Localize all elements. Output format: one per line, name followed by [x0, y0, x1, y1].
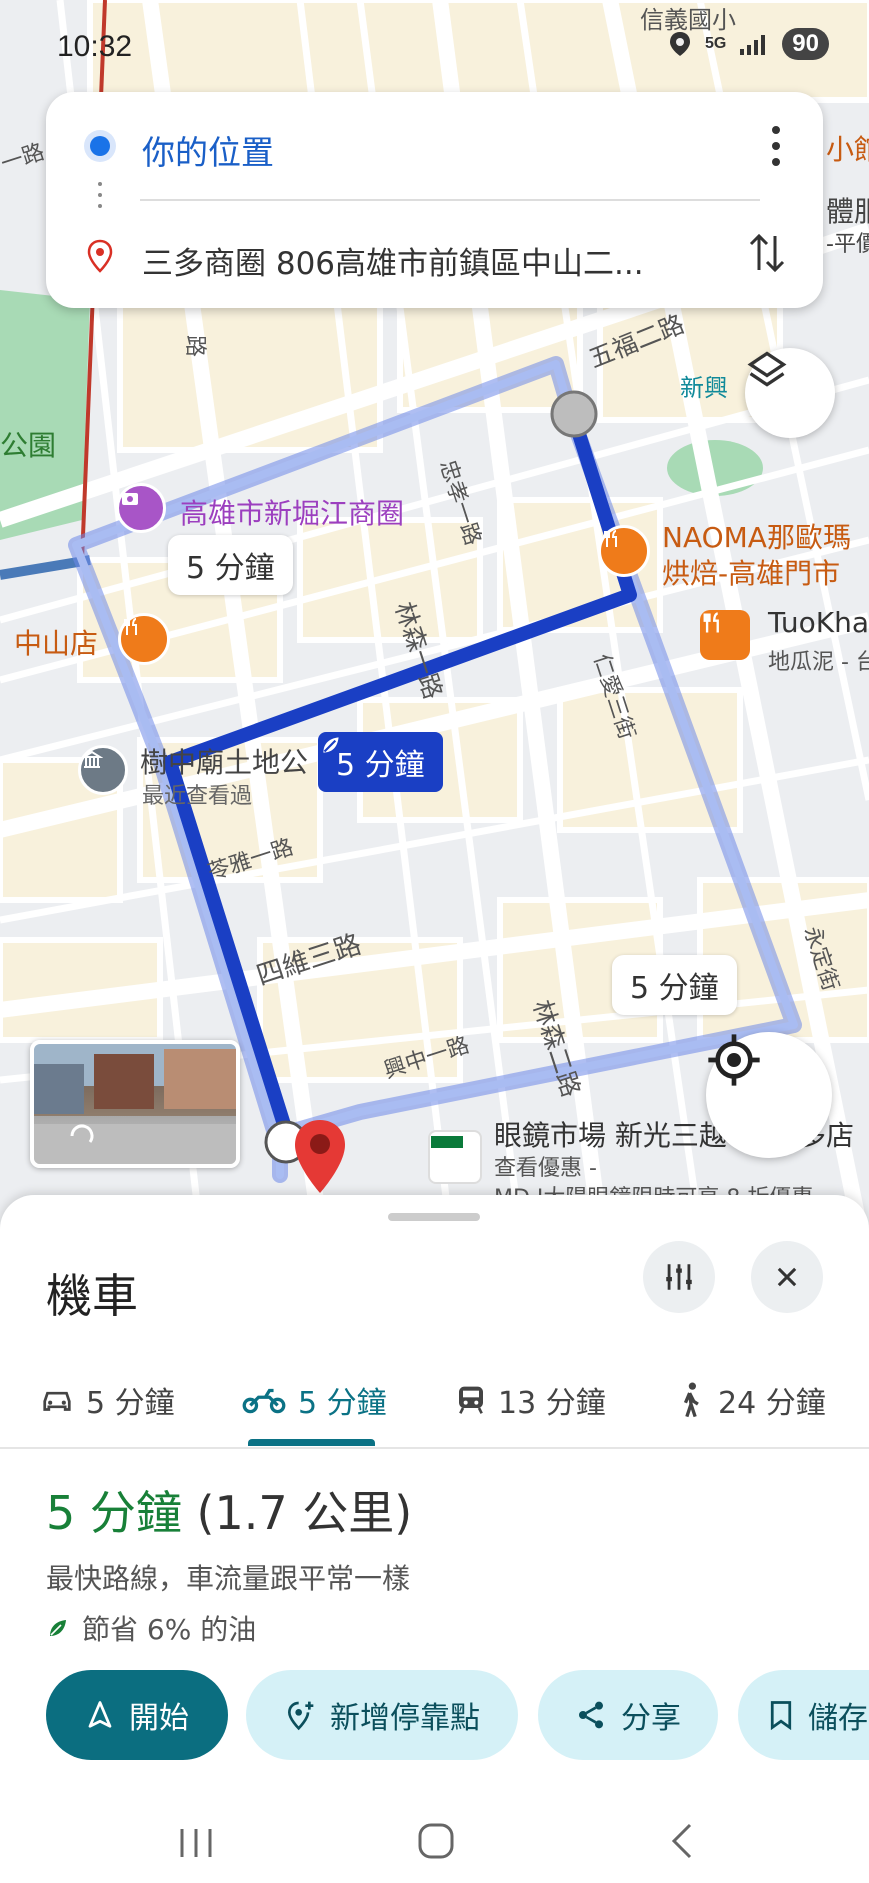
swap-direction-icon[interactable] [747, 230, 787, 276]
car-icon [43, 1391, 71, 1411]
share-button[interactable]: 分享 [538, 1670, 718, 1760]
tab-motorcycle[interactable]: 5 分鐘 [242, 1355, 387, 1445]
poi-naoma-name[interactable]: NAOMA那歐瑪 [662, 516, 851, 556]
motorcycle-icon [242, 1388, 286, 1414]
field-divider [140, 199, 760, 201]
poi-temple-recent: 最近查看過 [142, 784, 253, 809]
temple-icon[interactable] [78, 745, 128, 795]
network-type: 5G [704, 35, 727, 52]
route-options-button[interactable] [643, 1241, 715, 1313]
poi-glasses-promo: 查看優惠 - [494, 1156, 597, 1181]
battery-indicator: 90 [782, 28, 829, 60]
bookmark-icon [770, 1701, 792, 1730]
sheet-drag-handle[interactable] [388, 1213, 480, 1221]
location-icon [669, 32, 690, 56]
tab-transit-label: 13 分鐘 [498, 1386, 606, 1421]
home-icon[interactable] [416, 1821, 456, 1861]
poi-shopping-district[interactable]: 高雄市新堀江商圈 [180, 492, 404, 532]
shopping-poi-icon[interactable] [116, 483, 166, 533]
poi-glasses-name[interactable]: 眼鏡市場 新光三越 [494, 1114, 727, 1154]
walk-icon [683, 1382, 699, 1418]
directions-bottom-sheet: 機車 5 分鐘 5 分鐘 13 分鐘 24 分鐘 5 分鐘 (1.7 公里) 最… [0, 1195, 869, 1883]
active-tab-indicator [248, 1439, 375, 1446]
poi-restaurant-left[interactable]: 中山店 [14, 622, 98, 662]
destination-marker-icon [87, 239, 113, 273]
share-icon [579, 1701, 603, 1729]
battery-level: 90 [792, 30, 819, 57]
share-label: 分享 [621, 1701, 681, 1736]
layers-button[interactable] [745, 348, 835, 438]
tab-car-label: 5 分鐘 [86, 1386, 175, 1421]
travel-mode-tabs: 5 分鐘 5 分鐘 13 分鐘 24 分鐘 [0, 1355, 869, 1449]
origin-dot-icon [90, 136, 110, 156]
status-bar: 10:32 5G 90 [0, 0, 869, 90]
tab-motorcycle-label: 5 分鐘 [298, 1386, 387, 1421]
fuel-savings-text: 節省 6% 的油 [82, 1613, 257, 1646]
route-distance: (1.7 公里) [196, 1486, 413, 1540]
layers-icon [747, 351, 787, 387]
save-label: 儲存 [808, 1701, 868, 1736]
tab-walk-label: 24 分鐘 [718, 1386, 826, 1421]
more-options-icon[interactable] [771, 122, 781, 170]
close-button[interactable] [751, 1241, 823, 1313]
system-nav-bar [0, 1805, 869, 1883]
restaurant-square-icon[interactable] [700, 610, 750, 660]
poi-tuokha-name[interactable]: TuoKha [768, 606, 869, 639]
route-connector [98, 182, 102, 222]
navigation-arrow-icon [88, 1701, 112, 1728]
store-logo-icon[interactable] [428, 1130, 482, 1184]
my-location-button[interactable] [706, 1032, 832, 1158]
poi-xinxing: 新興 [680, 374, 728, 402]
directions-search-card: 你的位置 三多商圈 806高雄市前鎮區中山二... [46, 92, 823, 308]
selected-route-time: 5 分鐘 [336, 748, 425, 783]
signal-icon [740, 35, 766, 55]
destination-field[interactable]: 三多商圈 806高雄市前鎮區中山二... [142, 238, 644, 283]
alt-route-time-label[interactable]: 5 分鐘 [612, 955, 737, 1015]
transit-icon [459, 1386, 483, 1414]
crosshair-icon [708, 1034, 760, 1086]
destination-pin-icon[interactable] [292, 1118, 348, 1198]
tune-icon [666, 1264, 692, 1290]
route-eta: 5 分鐘 [46, 1486, 182, 1540]
start-button[interactable]: 開始 [46, 1670, 228, 1760]
travel-mode-title: 機車 [46, 1269, 138, 1323]
add-location-icon [287, 1701, 314, 1731]
fuel-savings: 節省 6% 的油 [46, 1608, 256, 1648]
eco-leaf-icon [323, 737, 339, 753]
restaurant-left-icon[interactable] [118, 613, 170, 665]
alt-route-time-label[interactable]: 5 分鐘 [168, 535, 293, 595]
street-label-small-road: 路 [182, 334, 208, 358]
add-stop-label: 新增停靠點 [330, 1701, 480, 1736]
poi-top-right-1: 小館 [826, 133, 869, 166]
save-button[interactable]: 儲存 [738, 1670, 869, 1760]
restaurant-icon[interactable] [598, 525, 650, 577]
selected-route-label[interactable]: 5 分鐘 [318, 732, 443, 792]
status-icons: 5G 90 [669, 28, 829, 60]
start-button-label: 開始 [129, 1701, 189, 1736]
poi-tuokha-sub[interactable]: 地瓜泥 - 台 [768, 644, 869, 676]
poi-park: 公園 [0, 429, 57, 462]
poi-naoma-branch[interactable]: 烘焙-高雄門市 [662, 552, 840, 592]
status-time: 10:32 [57, 30, 133, 63]
poi-temple-name[interactable]: 樹中廟土地公 [140, 741, 308, 781]
route-summary: 5 分鐘 (1.7 公里) [46, 1477, 412, 1543]
origin-field[interactable]: 你的位置 [142, 126, 274, 174]
add-stop-button[interactable]: 新增停靠點 [246, 1670, 518, 1760]
back-icon[interactable] [666, 1821, 696, 1861]
street-view-thumbnail[interactable] [30, 1040, 240, 1168]
tab-transit[interactable]: 13 分鐘 [456, 1355, 606, 1445]
traffic-note: 最快路線，車流量跟平常一樣 [46, 1562, 411, 1595]
poi-top-right-3: -平價 [826, 232, 869, 257]
tab-car[interactable]: 5 分鐘 [40, 1355, 175, 1445]
recent-apps-icon[interactable] [176, 1825, 216, 1861]
leaf-icon [50, 1620, 66, 1636]
tab-walk[interactable]: 24 分鐘 [676, 1355, 826, 1445]
poi-top-right-2: 體服 [826, 195, 869, 228]
close-icon [777, 1267, 797, 1287]
